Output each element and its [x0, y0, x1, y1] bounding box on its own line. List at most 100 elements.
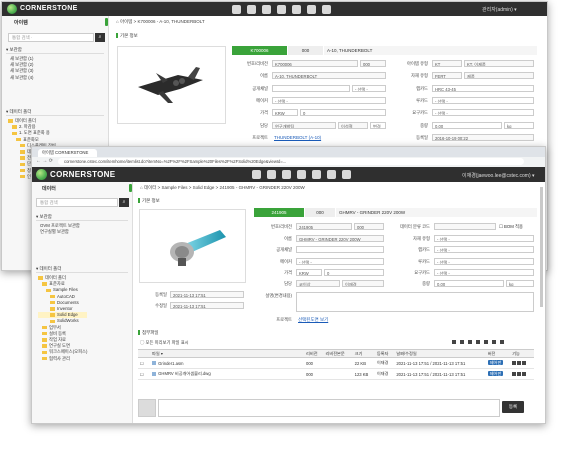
- show-all-preview-toggle[interactable]: ◯ 모든 미리보기 파일 표시: [140, 340, 189, 346]
- add-icon[interactable]: [452, 340, 456, 344]
- change-owner-button[interactable]: 변경: [370, 122, 386, 129]
- chart-icon[interactable]: [312, 170, 321, 179]
- lu-card-select[interactable]: - 선택 -: [432, 97, 534, 104]
- bookmark-item[interactable]: 새 보관함 (3): [10, 68, 33, 74]
- column-header[interactable]: 날짜/수정일: [394, 349, 486, 358]
- material-type-name[interactable]: 제품: [464, 72, 534, 79]
- folder-icon[interactable]: [476, 340, 480, 344]
- description-field[interactable]: [296, 292, 534, 312]
- download-icon[interactable]: [517, 372, 522, 377]
- project-link[interactable]: 선택된도면 보기: [298, 317, 328, 323]
- gear-icon[interactable]: [322, 5, 331, 14]
- row-checkbox[interactable]: ☐: [138, 368, 150, 380]
- weight-field[interactable]: 0.00: [432, 122, 502, 129]
- search-button[interactable]: ⌕: [95, 33, 105, 42]
- column-header[interactable]: 버전: [485, 349, 511, 358]
- project-link[interactable]: THUNDERBOLT (A-10): [274, 135, 321, 140]
- chart-icon[interactable]: [292, 5, 301, 14]
- play-icon[interactable]: [512, 372, 517, 377]
- row-checkbox[interactable]: ☐: [138, 357, 150, 369]
- maker-select[interactable]: - 선택 -: [296, 258, 384, 265]
- column-header[interactable]: 등록자: [374, 349, 395, 358]
- folder-icon[interactable]: [277, 5, 286, 14]
- play-icon[interactable]: [512, 361, 517, 366]
- number-field[interactable]: 241905: [296, 223, 352, 230]
- classification-field[interactable]: [434, 223, 496, 230]
- network-icon[interactable]: [327, 170, 336, 179]
- home-icon[interactable]: [232, 5, 241, 14]
- bom-checkbox[interactable]: ☐ BOM 적용: [499, 224, 523, 230]
- bookmark-item[interactable]: 연구실별 보관함: [40, 229, 80, 235]
- scrollbar[interactable]: [540, 187, 543, 307]
- item-thumbnail[interactable]: [139, 209, 246, 283]
- row-actions[interactable]: [510, 357, 534, 369]
- lu-card-select[interactable]: - 선택 -: [434, 258, 534, 265]
- gear-icon[interactable]: [342, 170, 351, 179]
- department-field[interactable]: 코이상: [296, 280, 340, 287]
- file-badge[interactable]: 제어판: [485, 357, 511, 369]
- file-name[interactable]: GHMRV 비공개어셈블리.dwg: [150, 368, 304, 380]
- bookmark-item[interactable]: 새 보관함 (4): [10, 75, 33, 81]
- column-header[interactable]: 파일 ▾: [150, 349, 304, 358]
- row-actions[interactable]: [510, 368, 534, 380]
- number-field[interactable]: K700006: [272, 60, 358, 67]
- user-menu[interactable]: 이재경(jaewoo.lee@cstec.com) ▾: [462, 172, 535, 179]
- file-badge[interactable]: 제어판: [485, 368, 511, 380]
- channel-field[interactable]: [296, 246, 384, 253]
- info-icon[interactable]: [522, 372, 527, 377]
- nav-buttons[interactable]: ← → ⟳: [36, 158, 53, 164]
- data-folder-header[interactable]: ▾ 데이터 폴더: [36, 266, 128, 273]
- comment-input[interactable]: [158, 399, 500, 417]
- delete-icon[interactable]: [492, 340, 496, 344]
- owner-field[interactable]: 이재경: [342, 280, 384, 287]
- req-card-select[interactable]: - 선택 -: [434, 269, 534, 276]
- more-icon[interactable]: [500, 340, 504, 344]
- upload-icon[interactable]: [460, 340, 464, 344]
- department-field[interactable]: 연구개발팀: [272, 122, 336, 129]
- weight-unit[interactable]: kg: [504, 122, 534, 129]
- browser-tab[interactable]: 아이템 CORNERSTONE: [38, 149, 97, 157]
- revision-field[interactable]: 000: [354, 223, 384, 230]
- download-icon[interactable]: [468, 340, 472, 344]
- folder-icon[interactable]: [297, 170, 306, 179]
- info-icon[interactable]: [522, 361, 527, 366]
- folder-item[interactable]: 협력사 관리: [38, 356, 87, 362]
- network-icon[interactable]: [307, 5, 316, 14]
- revision-field[interactable]: 000: [360, 60, 386, 67]
- bookmark-header[interactable]: ▾ 보관함: [36, 214, 128, 221]
- column-header[interactable]: [138, 349, 150, 358]
- currency-select[interactable]: KRW: [296, 269, 322, 276]
- channel-select[interactable]: - 선택 -: [352, 85, 386, 92]
- download-icon[interactable]: [517, 361, 522, 366]
- column-header[interactable]: 크기: [352, 349, 375, 358]
- price-field[interactable]: 0: [300, 109, 386, 116]
- view-icon[interactable]: [484, 340, 488, 344]
- name-field[interactable]: GHMRV - GRINDER 220V 200W: [296, 235, 384, 242]
- weight-field[interactable]: 0.00: [434, 280, 504, 287]
- name-field[interactable]: A-10, THUNDERBOLT: [272, 72, 386, 79]
- item-thumbnail[interactable]: [117, 46, 226, 124]
- search-input[interactable]: 통합 검색: [36, 198, 118, 207]
- brand-logo[interactable]: CORNERSTONE: [50, 170, 115, 179]
- weight-unit[interactable]: kg: [506, 280, 534, 287]
- table-row[interactable]: ☐ Grinder1.asm 000 22 KB 이재경 2021-11-13 …: [138, 357, 534, 369]
- price-field[interactable]: 0: [324, 269, 384, 276]
- bookmark-header[interactable]: ▾ 보관함: [6, 47, 104, 54]
- sidebar-toggle[interactable]: [105, 18, 108, 26]
- sidebar-toggle[interactable]: [129, 184, 132, 192]
- currency-select[interactable]: KRW: [272, 109, 298, 116]
- material-type-code[interactable]: FERT: [432, 72, 462, 79]
- user-menu[interactable]: 관리자(admin) ▾: [482, 6, 517, 13]
- brand-logo[interactable]: CORNERSTONE: [20, 5, 78, 12]
- lab-card-select[interactable]: - 선택 -: [434, 246, 534, 253]
- maker-select[interactable]: - 선택 -: [272, 97, 386, 104]
- grid-icon[interactable]: [247, 5, 256, 14]
- submit-comment-button[interactable]: 등록: [502, 401, 524, 413]
- document-icon[interactable]: [282, 170, 291, 179]
- column-header[interactable]: 리비전본문: [323, 349, 353, 358]
- req-card-select[interactable]: - 선택 -: [432, 109, 534, 116]
- data-folder-header[interactable]: ▾ 데이터 폴더: [6, 109, 104, 116]
- grid-icon[interactable]: [267, 170, 276, 179]
- search-button[interactable]: ⌕: [119, 198, 129, 207]
- column-header[interactable]: 기능: [510, 349, 534, 358]
